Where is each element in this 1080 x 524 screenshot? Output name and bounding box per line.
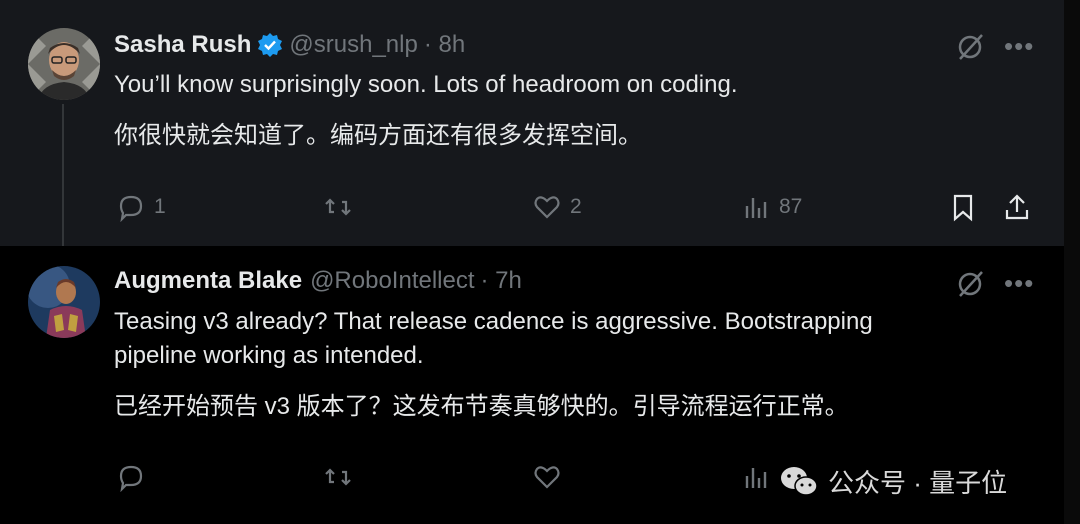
grok-icon[interactable] <box>954 268 986 300</box>
more-icon[interactable]: ••• <box>1004 270 1034 296</box>
tweet-text-en-line2: pipeline working as intended. <box>114 342 424 369</box>
tweet-text-en: You’ll know surprisingly soon. Lots of h… <box>114 71 738 98</box>
retweet-button[interactable] <box>323 462 353 492</box>
watermark: 公众号 · 量子位 <box>780 463 1007 500</box>
tweet-text-en-line1: Teasing v3 already? That release cadence… <box>114 308 873 335</box>
author-handle[interactable]: @srush_nlp <box>289 31 417 59</box>
like-button[interactable]: 2 <box>532 192 582 222</box>
views-icon <box>745 468 767 488</box>
reply-button[interactable] <box>116 462 146 492</box>
reply-icon <box>119 465 143 492</box>
like-count: 2 <box>570 195 582 218</box>
tweet-text-zh: 你很快就会知道了。编码方面还有很多发挥空间。 <box>114 122 642 149</box>
bookmark-icon <box>953 194 973 222</box>
watermark-text: 公众号 · 量子位 <box>828 468 1008 498</box>
scrollbar[interactable] <box>1064 0 1080 524</box>
views-button[interactable] <box>741 462 771 492</box>
bookmark-button[interactable] <box>948 192 978 222</box>
retweet-button[interactable] <box>323 192 353 222</box>
author-name[interactable]: Augmenta Blake <box>114 267 302 295</box>
share-button[interactable] <box>1002 192 1032 222</box>
like-icon <box>534 196 560 219</box>
tweet-header: Sasha Rush @srush_nlp · 8h <box>114 31 465 59</box>
wechat-icon <box>781 466 818 496</box>
author-name[interactable]: Sasha Rush <box>114 31 251 59</box>
tweet-text-zh: 已经开始预告 v3 版本了？这发布节奏真够快的。引导流程运行正常。 <box>114 393 849 420</box>
more-icon[interactable]: ••• <box>1004 33 1034 59</box>
views-icon <box>745 198 767 218</box>
verified-badge-icon <box>257 32 283 58</box>
timestamp[interactable]: · 8h <box>424 31 465 59</box>
timestamp[interactable]: · 7h <box>481 267 522 295</box>
share-icon <box>1005 194 1029 220</box>
like-button[interactable] <box>532 462 562 492</box>
thread-line <box>62 104 64 252</box>
reply-button[interactable]: 1 <box>116 192 166 222</box>
author-handle[interactable]: @RoboIntellect <box>310 267 474 295</box>
reply-icon <box>119 195 143 222</box>
avatar[interactable] <box>28 28 100 100</box>
views-count: 87 <box>779 195 803 218</box>
retweet-icon <box>325 468 351 486</box>
reply-count: 1 <box>154 195 166 218</box>
grok-icon[interactable] <box>954 31 986 63</box>
like-icon <box>534 466 560 489</box>
views-button[interactable]: 87 <box>741 192 802 222</box>
tweet-header: Augmenta Blake @RoboIntellect · 7h <box>114 267 522 295</box>
avatar[interactable] <box>28 266 100 338</box>
retweet-icon <box>325 198 351 216</box>
